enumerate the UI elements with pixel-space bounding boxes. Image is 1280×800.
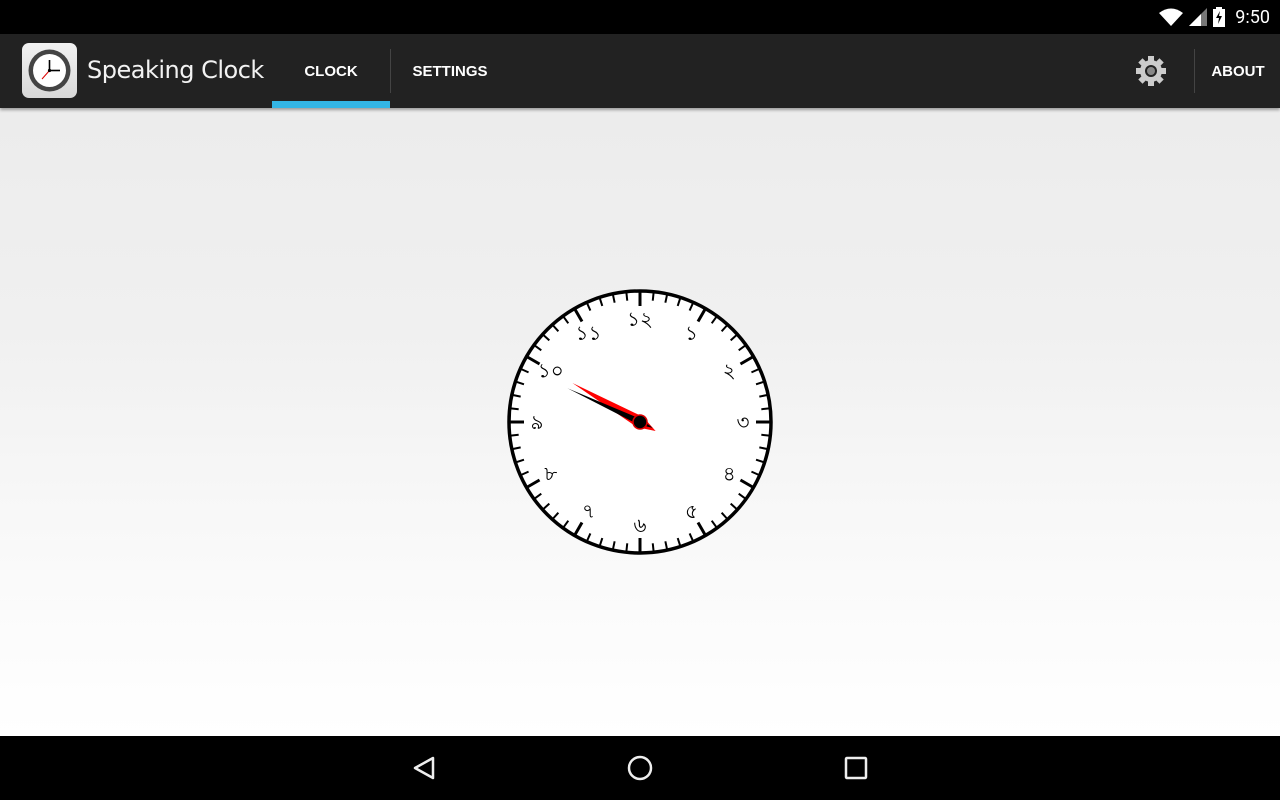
clock-numeral: ৫ <box>685 499 698 523</box>
clock-center-pin <box>632 414 648 430</box>
clock-numeral: ৯ <box>531 410 544 434</box>
battery-charging-icon <box>1213 7 1226 27</box>
minute-tick <box>761 407 770 411</box>
minute-tick <box>651 543 655 552</box>
clock-icon <box>28 49 71 92</box>
minute-tick <box>510 433 519 437</box>
home-icon[interactable] <box>620 752 660 784</box>
clock-numeral: ১২ <box>627 307 653 331</box>
clock-numeral: ৮ <box>544 462 557 486</box>
recents-icon[interactable] <box>836 752 876 784</box>
minute-tick <box>761 433 770 437</box>
action-bar: Speaking Clock CLOCK SETTINGS ABOUT <box>0 34 1280 108</box>
status-time: 9:50 <box>1235 6 1270 28</box>
app-icon <box>22 43 77 98</box>
analog-clock: ১২১২৩৪৫৬৭৮৯১০১১ <box>507 289 773 555</box>
status-icons: 9:50 <box>1159 0 1270 34</box>
status-bar: 9:50 <box>0 0 1280 34</box>
app-title: Speaking Clock <box>87 56 264 84</box>
minute-tick <box>625 292 629 301</box>
navigation-bar <box>0 736 1280 800</box>
about-button[interactable]: ABOUT <box>1196 34 1280 108</box>
cell-signal-icon <box>1189 8 1208 26</box>
clock-numeral: ৪ <box>723 462 736 486</box>
wifi-icon <box>1159 8 1184 26</box>
back-icon[interactable] <box>405 752 445 784</box>
tab-selected-indicator <box>272 101 390 108</box>
tab-clock[interactable]: CLOCK <box>272 34 390 108</box>
minute-tick <box>510 407 519 411</box>
clock-numeral: ১১ <box>576 321 602 345</box>
gear-icon[interactable] <box>1134 54 1168 88</box>
clock-numeral: ১০ <box>538 359 564 383</box>
clock-numeral: ৩ <box>736 410 749 434</box>
clock-numeral: ৬ <box>633 513 646 537</box>
tab-settings-label: SETTINGS <box>412 62 488 80</box>
tab-settings[interactable]: SETTINGS <box>391 34 509 108</box>
tab-clock-label: CLOCK <box>304 62 358 80</box>
clock-numeral: ৭ <box>582 499 595 523</box>
minute-tick <box>651 292 655 301</box>
clock-numeral: ১ <box>685 321 698 345</box>
clock-numeral: ২ <box>723 359 736 383</box>
menu-divider <box>1194 49 1195 93</box>
minute-tick <box>625 543 629 552</box>
